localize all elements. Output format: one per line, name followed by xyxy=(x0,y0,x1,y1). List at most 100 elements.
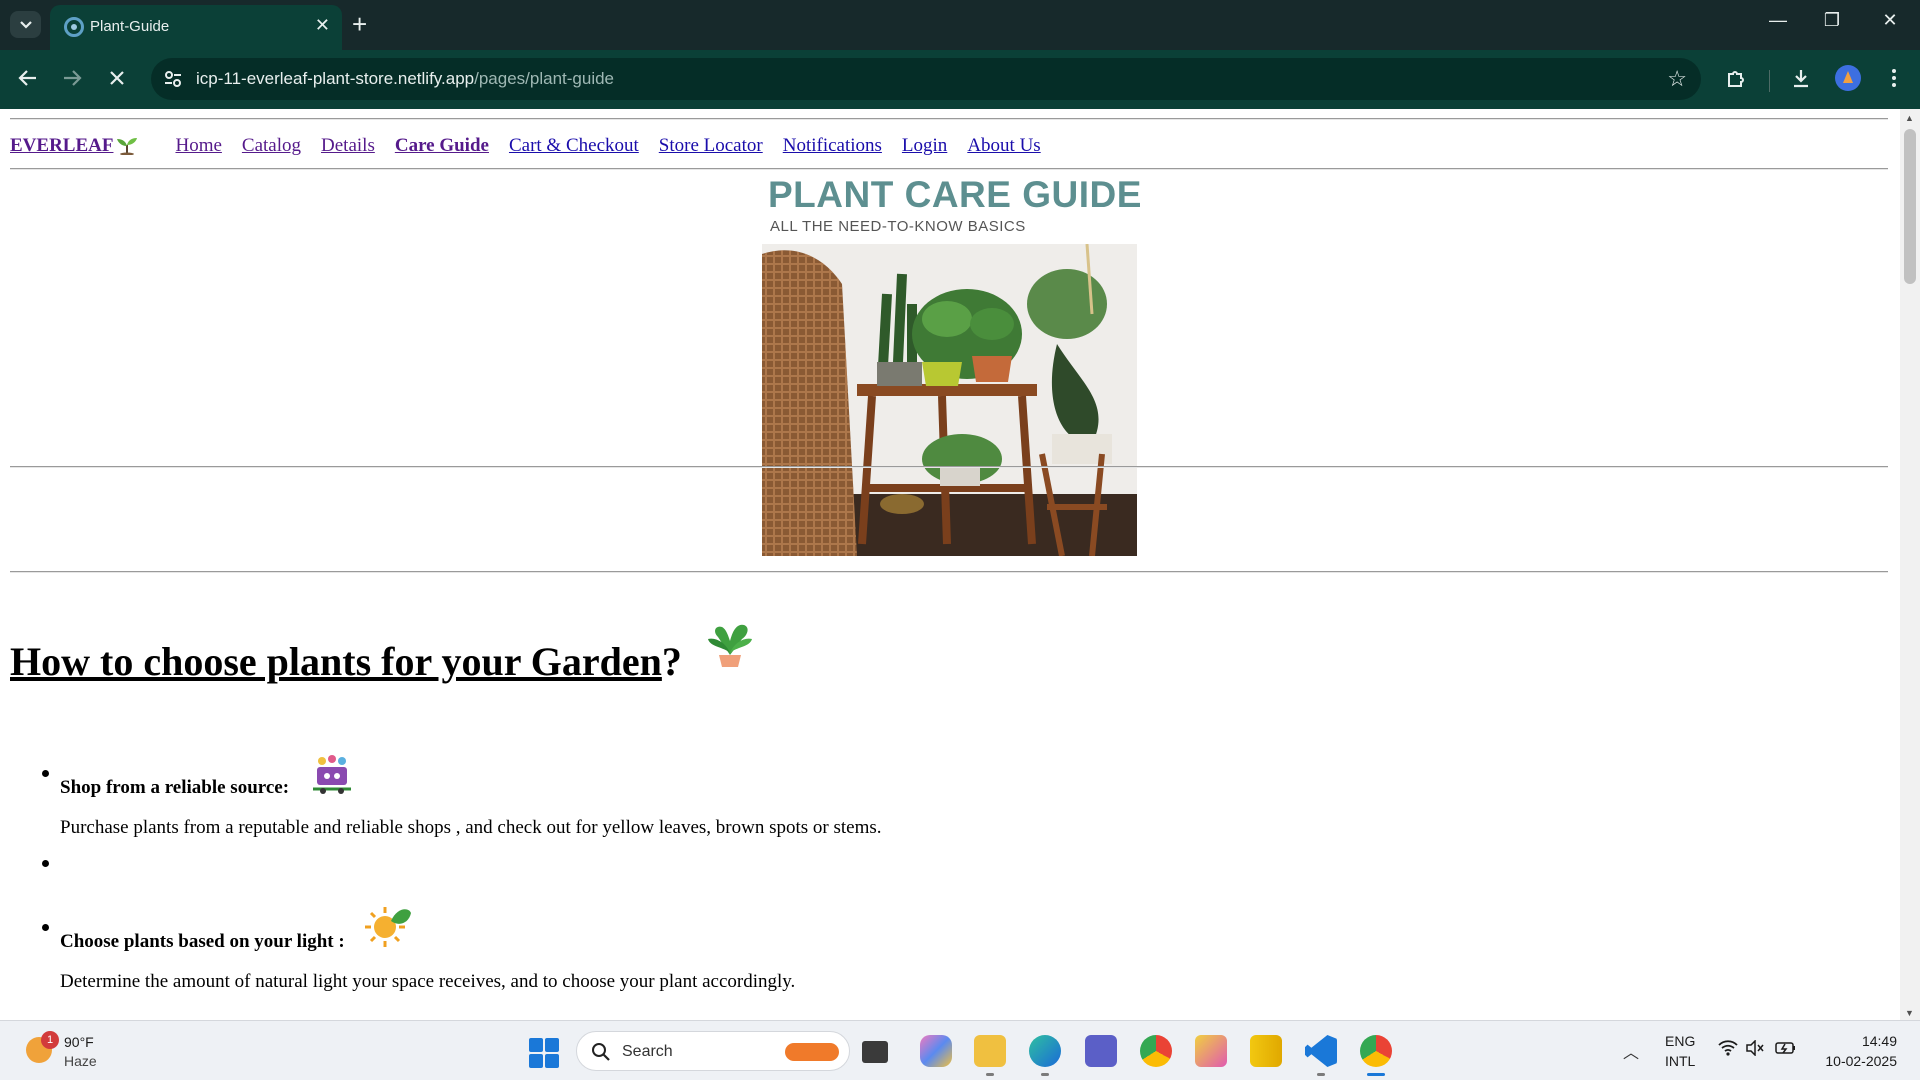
vscode-icon[interactable] xyxy=(1305,1035,1337,1067)
copilot-icon[interactable] xyxy=(920,1035,952,1067)
new-tab-button[interactable]: + xyxy=(352,10,367,38)
sun-leaf-icon xyxy=(364,907,411,947)
potted-plant-icon xyxy=(707,624,752,667)
power-bi-icon[interactable] xyxy=(1250,1035,1282,1067)
plant-care-guide-banner: PLANT CARE GUIDE ALL THE NEED-TO-KNOW BA… xyxy=(762,174,1141,556)
url-host: icp-11-everleaf-plant-store.netlify.app xyxy=(196,69,475,88)
windows-logo-tile xyxy=(529,1038,543,1052)
plant-tips-list: Shop from a reliable source: Purchase pl… xyxy=(42,749,1660,993)
scroll-down-arrow-icon[interactable]: ▼ xyxy=(1905,1008,1914,1018)
browser-menu-button[interactable] xyxy=(1880,64,1908,92)
page-viewport: EVERLEAF Home Catalog Details Care Guide… xyxy=(0,109,1900,1020)
banner-title: PLANT CARE GUIDE xyxy=(768,174,1142,215)
browser-tab-strip: Plant-Guide ✕ + — ❐ ✕ xyxy=(0,0,1920,50)
weather-condition: Haze xyxy=(64,1053,97,1069)
nav-link-notifications[interactable]: Notifications xyxy=(783,135,882,157)
site-favicon-icon xyxy=(64,17,84,37)
tab-search-button[interactable] xyxy=(10,11,41,38)
system-clock[interactable]: 14:49 10-02-2025 xyxy=(1815,1031,1897,1071)
search-highlight-pizza-icon xyxy=(785,1043,839,1061)
taskbar-search[interactable]: Search xyxy=(576,1031,850,1071)
windows-logo-tile xyxy=(545,1054,559,1068)
weather-temperature: 90°F xyxy=(64,1034,94,1050)
scrollbar-thumb[interactable] xyxy=(1904,129,1916,284)
extensions-button[interactable] xyxy=(1722,64,1750,92)
nav-link-care-guide[interactable]: Care Guide xyxy=(395,135,489,157)
arrow-right-icon xyxy=(64,70,82,86)
browser-tab-active[interactable]: Plant-Guide ✕ xyxy=(50,5,342,50)
battery-charging-icon[interactable] xyxy=(1775,1040,1797,1061)
banner-subtitle: ALL THE NEED-TO-KNOW BASICS xyxy=(770,218,1026,235)
divider-hero xyxy=(10,466,1888,468)
show-hidden-icons-chevron-icon[interactable]: ︿ xyxy=(1623,1039,1639,1063)
input-language[interactable]: ENG INTL xyxy=(1665,1031,1695,1071)
tip-body: Determine the amount of natural light yo… xyxy=(60,971,796,992)
section-heading-suffix: ? xyxy=(661,639,682,684)
tip-heading: Shop from a reliable source: xyxy=(60,777,290,798)
running-indicator xyxy=(1317,1073,1325,1076)
divider-nav xyxy=(10,168,1888,170)
page-scrollbar[interactable]: ▲ ▼ xyxy=(1900,109,1920,1020)
clock-date: 10-02-2025 xyxy=(1825,1053,1897,1069)
chrome-profile-icon[interactable] xyxy=(1360,1035,1392,1067)
running-indicator xyxy=(1041,1073,1049,1076)
forward-button[interactable] xyxy=(57,63,87,93)
brand-name: EVERLEAF xyxy=(10,135,114,156)
back-button[interactable] xyxy=(13,63,43,93)
brand-home-link[interactable]: EVERLEAF xyxy=(10,135,139,157)
divider-section xyxy=(10,571,1888,573)
nav-link-cart-checkout[interactable]: Cart & Checkout xyxy=(509,135,639,157)
site-info-icon[interactable] xyxy=(163,69,183,89)
stop-loading-button[interactable] xyxy=(102,63,132,93)
volume-muted-icon[interactable] xyxy=(1745,1039,1765,1061)
tip-body: Purchase plants from a reputable and rel… xyxy=(60,817,882,838)
nav-link-login[interactable]: Login xyxy=(902,135,947,157)
language-code: ENG xyxy=(1665,1033,1696,1049)
bookmark-star-icon[interactable]: ☆ xyxy=(1667,66,1687,92)
nav-link-about-us[interactable]: About Us xyxy=(967,135,1040,157)
paint-tool-icon[interactable] xyxy=(1195,1035,1227,1067)
close-icon xyxy=(110,71,124,85)
weather-widget[interactable]: 1 90°F Haze xyxy=(22,1031,142,1073)
profile-avatar[interactable] xyxy=(1835,65,1861,91)
wifi-icon[interactable] xyxy=(1718,1040,1738,1061)
chevron-down-icon xyxy=(19,20,32,29)
minimize-window-button[interactable]: — xyxy=(1758,10,1798,31)
restore-window-button[interactable]: ❐ xyxy=(1812,10,1852,31)
toolbar-divider xyxy=(1769,70,1770,92)
clock-time: 14:49 xyxy=(1861,1033,1897,1049)
teams-icon[interactable] xyxy=(1085,1035,1117,1067)
section-heading-link[interactable]: How to choose plants for your Garden xyxy=(10,639,662,684)
running-indicator xyxy=(986,1073,994,1076)
close-tab-icon[interactable]: ✕ xyxy=(315,15,330,36)
active-app-indicator xyxy=(1367,1073,1385,1076)
start-button[interactable] xyxy=(529,1038,559,1068)
more-vertical-icon xyxy=(1892,69,1896,87)
address-bar[interactable]: icp-11-everleaf-plant-store.netlify.app/… xyxy=(151,58,1701,100)
search-icon xyxy=(592,1043,610,1061)
edge-browser-icon[interactable] xyxy=(1029,1035,1061,1067)
scroll-up-arrow-icon[interactable]: ▲ xyxy=(1905,113,1914,123)
sprout-icon xyxy=(117,138,138,155)
tab-title: Plant-Guide xyxy=(90,18,170,35)
chrome-icon[interactable] xyxy=(1140,1035,1172,1067)
url-text[interactable]: icp-11-everleaf-plant-store.netlify.app/… xyxy=(196,69,614,89)
nav-link-details[interactable]: Details xyxy=(321,135,375,157)
search-placeholder: Search xyxy=(622,1043,673,1060)
puzzle-icon xyxy=(1728,71,1744,87)
plants-on-stand-photo xyxy=(762,244,1137,556)
nav-link-store-locator[interactable]: Store Locator xyxy=(659,135,763,157)
arrow-left-icon xyxy=(18,70,36,86)
task-view-icon[interactable] xyxy=(862,1041,888,1063)
nav-link-catalog[interactable]: Catalog xyxy=(242,135,301,157)
close-window-button[interactable]: ✕ xyxy=(1870,10,1910,31)
list-item: Shop from a reliable source: Purchase pl… xyxy=(42,749,1660,839)
nav-link-home[interactable]: Home xyxy=(175,135,221,157)
divider-top xyxy=(10,118,1888,120)
site-navigation: EVERLEAF Home Catalog Details Care Guide… xyxy=(10,135,1061,159)
keyboard-layout: INTL xyxy=(1665,1053,1696,1069)
downloads-button[interactable] xyxy=(1787,64,1815,92)
windows-taskbar: 1 90°F Haze Search ︿ ENG INTL 14:49 10-0… xyxy=(0,1020,1920,1080)
notification-badge: 1 xyxy=(41,1031,59,1049)
file-explorer-icon[interactable] xyxy=(974,1035,1006,1067)
